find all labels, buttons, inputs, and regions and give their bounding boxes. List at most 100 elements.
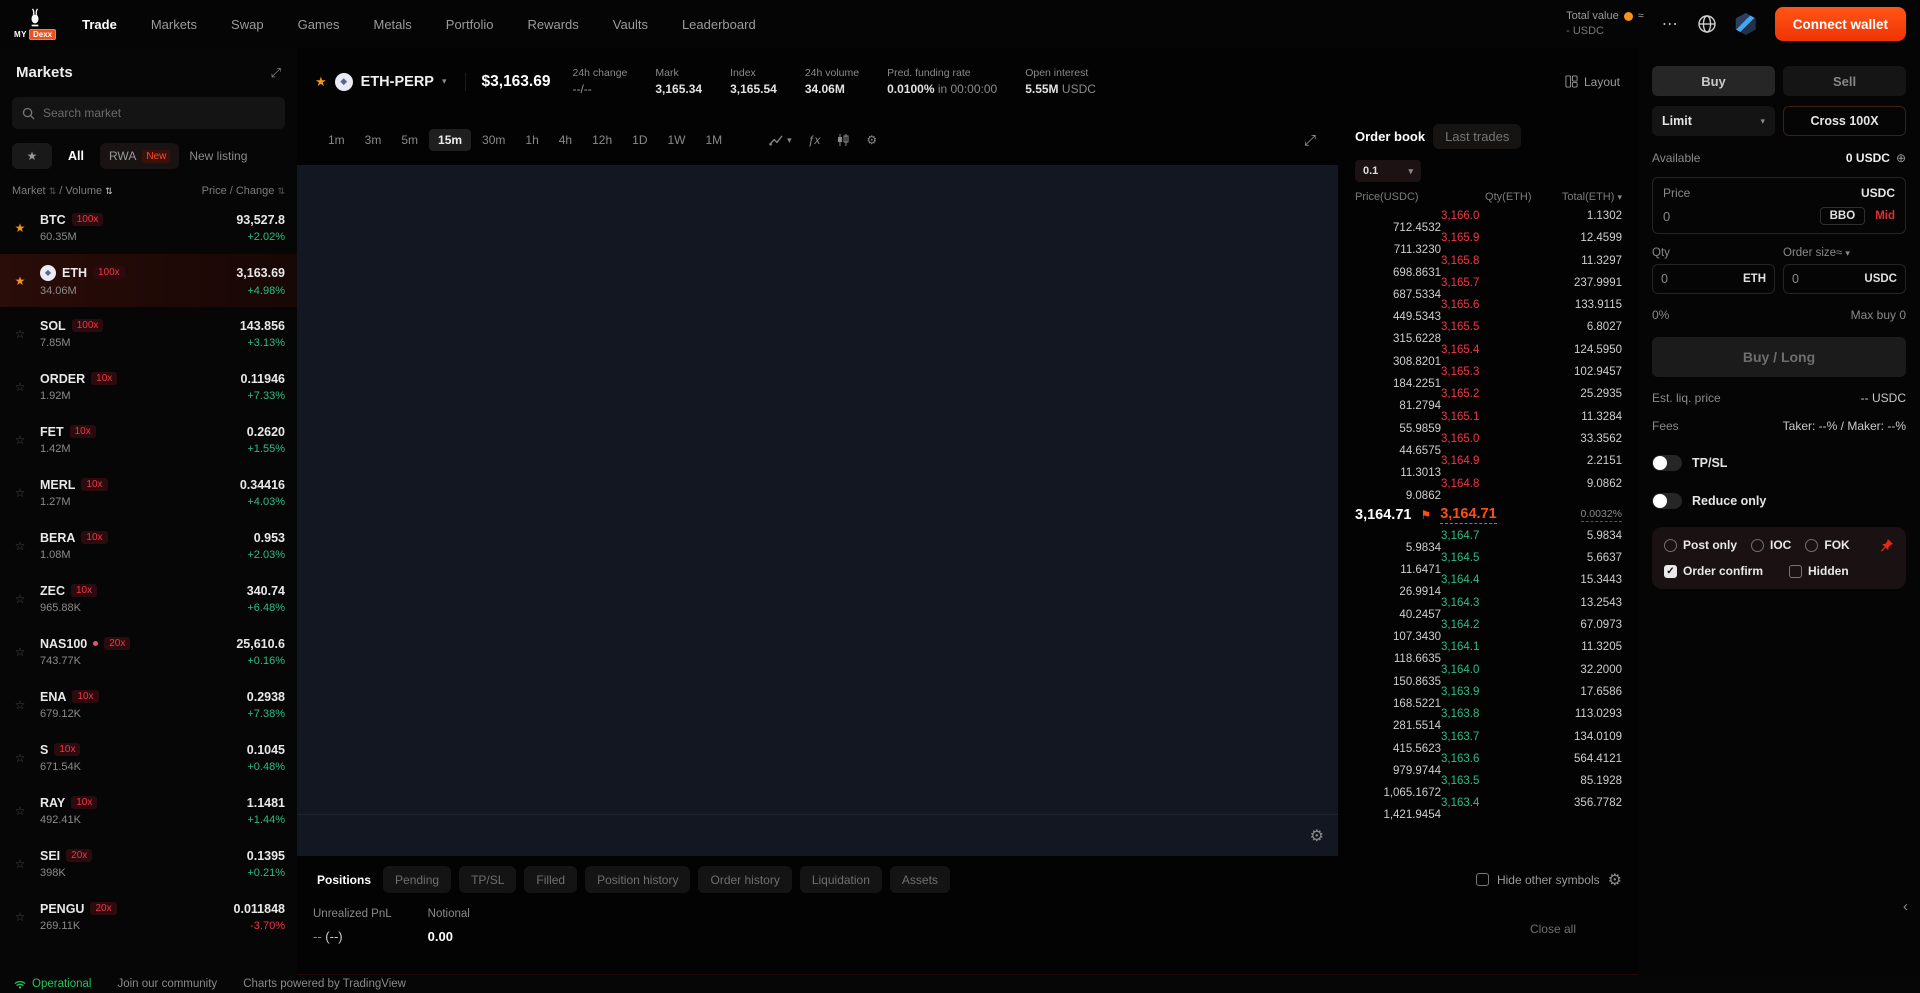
radio-icon[interactable]	[1751, 539, 1764, 552]
price-input[interactable]	[1663, 209, 1753, 224]
orderbook-bid-row[interactable]: 3,163.4 356.7782 1,421.9454	[1345, 797, 1632, 819]
favorite-star-icon[interactable]	[0, 539, 40, 553]
favorite-star-icon[interactable]	[0, 910, 40, 924]
nav-item[interactable]: Games	[298, 17, 340, 32]
timeframe-button[interactable]: 15m	[429, 129, 471, 151]
sort-price-icon[interactable]: ⇅	[277, 186, 285, 196]
close-all-button[interactable]: Close all	[1530, 922, 1576, 936]
positions-tab[interactable]: Position history	[585, 866, 690, 893]
orderbook-ask-row[interactable]: 3,166.0 1.1302 712.4532	[1345, 210, 1632, 232]
favorite-star-icon[interactable]	[0, 380, 40, 394]
connect-wallet-button[interactable]: Connect wallet	[1775, 7, 1906, 41]
col-price-change[interactable]: Price / Change	[202, 185, 275, 197]
nav-item[interactable]: Vaults	[613, 17, 648, 32]
orderbook-bid-row[interactable]: 3,164.3 13.2543 40.2457	[1345, 597, 1632, 619]
orderbook-ask-row[interactable]: 3,165.4 124.5950 308.8201	[1345, 344, 1632, 366]
fok-option[interactable]: FOK	[1805, 538, 1849, 552]
radio-icon[interactable]	[1805, 539, 1818, 552]
positions-tab[interactable]: Filled	[524, 866, 577, 893]
favorites-tab[interactable]: ★	[12, 143, 52, 169]
tab-last-trades[interactable]: Last trades	[1433, 124, 1521, 149]
qty-input[interactable]	[1661, 272, 1721, 286]
buy-tab[interactable]: Buy	[1652, 66, 1775, 96]
panel-settings-icon[interactable]: ⚙	[1608, 870, 1622, 890]
sort-volume-icon[interactable]: ⇅	[105, 186, 113, 196]
tradingview-credit[interactable]: Charts powered by TradingView	[243, 978, 406, 990]
collapse-panel-icon[interactable]: ‹	[1903, 898, 1908, 915]
chart-type-icon[interactable]: ▾	[769, 134, 792, 147]
market-row[interactable]: ◆ ETH 100x 3,163.69 34.06M +4.98%	[0, 254, 297, 307]
favorite-star-icon[interactable]	[0, 857, 40, 871]
favorite-star-icon[interactable]	[0, 751, 40, 765]
checkbox-icon[interactable]	[1789, 565, 1802, 578]
favorite-star-icon[interactable]	[0, 645, 40, 659]
tick-size-select[interactable]: 0.1 ▾	[1355, 160, 1421, 182]
chart-canvas[interactable]	[297, 165, 1338, 814]
margin-mode-button[interactable]: Cross 100X	[1783, 106, 1906, 136]
timeframe-button[interactable]: 1M	[696, 129, 731, 151]
timeframe-button[interactable]: 3m	[356, 129, 391, 151]
bbo-button[interactable]: BBO	[1820, 207, 1866, 225]
orderbook-ask-row[interactable]: 3,165.8 11.3297 698.8631	[1345, 255, 1632, 277]
mark-price[interactable]: 3,164.71	[1440, 506, 1496, 524]
order-size-input[interactable]	[1792, 272, 1852, 286]
col-volume[interactable]: / Volume	[59, 185, 102, 197]
orderbook-ask-row[interactable]: 3,165.5 6.8027 315.6228	[1345, 321, 1632, 343]
market-row[interactable]: ◆ ORDER 10x 0.11946 1.92M +7.33%	[0, 360, 297, 413]
reduce-only-toggle[interactable]	[1652, 493, 1682, 509]
chart-bottom-settings-icon[interactable]: ⚙	[1310, 826, 1324, 846]
market-row[interactable]: ◆ SEI 20x 0.1395 398K +0.21%	[0, 837, 297, 890]
positions-tab[interactable]: Pending	[383, 866, 451, 893]
compare-candles-icon[interactable]	[836, 133, 850, 147]
positions-tab[interactable]: TP/SL	[459, 866, 516, 893]
orderbook-bid-row[interactable]: 3,163.5 85.1928 1,065.1672	[1345, 775, 1632, 797]
chevron-down-icon[interactable]: ▾	[1845, 248, 1850, 259]
timeframe-button[interactable]: 1W	[658, 129, 694, 151]
tpsl-toggle[interactable]	[1652, 455, 1682, 471]
post-only-option[interactable]: Post only	[1664, 538, 1737, 552]
orderbook-ask-row[interactable]: 3,165.0 33.3562 44.6575	[1345, 433, 1632, 455]
orderbook-bid-row[interactable]: 3,164.0 32.2000 150.8635	[1345, 664, 1632, 686]
orderbook-bid-row[interactable]: 3,164.2 67.0973 107.3430	[1345, 619, 1632, 641]
search-input[interactable]	[43, 106, 275, 120]
favorite-star-icon[interactable]	[0, 433, 40, 447]
positions-tab[interactable]: Order history	[698, 866, 791, 893]
tpsl-toggle-row[interactable]: TP/SL	[1652, 455, 1906, 471]
market-row[interactable]: ◆ S 10x 0.1045 671.54K +0.48%	[0, 731, 297, 784]
chart-settings-icon[interactable]: ⚙	[866, 133, 877, 147]
orderbook-ask-row[interactable]: 3,165.3 102.9457 184.2251	[1345, 366, 1632, 388]
size-percent[interactable]: 0%	[1652, 308, 1669, 322]
system-status[interactable]: Operational	[14, 978, 91, 990]
favorite-star-icon[interactable]	[0, 486, 40, 500]
reduce-only-toggle-row[interactable]: Reduce only	[1652, 493, 1906, 509]
more-menu-icon[interactable]: ⋯	[1662, 14, 1679, 34]
mid-button[interactable]: Mid	[1875, 210, 1895, 222]
language-globe-icon[interactable]	[1697, 14, 1717, 34]
deposit-icon[interactable]: ⊕	[1896, 151, 1906, 165]
sort-market-icon[interactable]: ⇅	[49, 186, 57, 196]
timeframe-button[interactable]: 1D	[623, 129, 656, 151]
favorite-star-icon[interactable]	[0, 804, 40, 818]
orderbook-ask-row[interactable]: 3,164.9 2.2151 11.3013	[1345, 455, 1632, 477]
market-row[interactable]: ◆ SOL 100x 143.856 7.85M +3.13%	[0, 307, 297, 360]
market-row[interactable]: ◆ BERA 10x 0.953 1.08M +2.03%	[0, 519, 297, 572]
timeframe-button[interactable]: 12h	[583, 129, 621, 151]
timeframe-button[interactable]: 5m	[392, 129, 427, 151]
orderbook-bid-row[interactable]: 3,163.9 17.6586 168.5221	[1345, 686, 1632, 708]
indicators-icon[interactable]: ƒx	[808, 133, 821, 147]
layout-button[interactable]: Layout	[1565, 75, 1620, 89]
symbol-selector[interactable]: ★ ◆ ETH-PERP ▾	[315, 73, 466, 91]
sell-tab[interactable]: Sell	[1783, 66, 1906, 96]
favorite-star-icon[interactable]	[0, 221, 40, 235]
nav-item[interactable]: Portfolio	[446, 17, 494, 32]
market-search[interactable]	[12, 97, 285, 129]
timeframe-button[interactable]: 30m	[473, 129, 514, 151]
orderbook-bid-row[interactable]: 3,163.7 134.0109 415.5623	[1345, 731, 1632, 753]
spread-value[interactable]: 0.0032%	[1581, 508, 1622, 522]
checkbox-checked-icon[interactable]: ✓	[1664, 565, 1677, 578]
tab-all[interactable]: All	[62, 149, 90, 163]
orderbook-ask-row[interactable]: 3,165.1 11.3284 55.9859	[1345, 411, 1632, 433]
market-row[interactable]: ◆ ENA 10x 0.2938 679.12K +7.38%	[0, 678, 297, 731]
hidden-option[interactable]: Hidden	[1789, 564, 1849, 578]
tab-new-listing[interactable]: New listing	[189, 149, 247, 163]
